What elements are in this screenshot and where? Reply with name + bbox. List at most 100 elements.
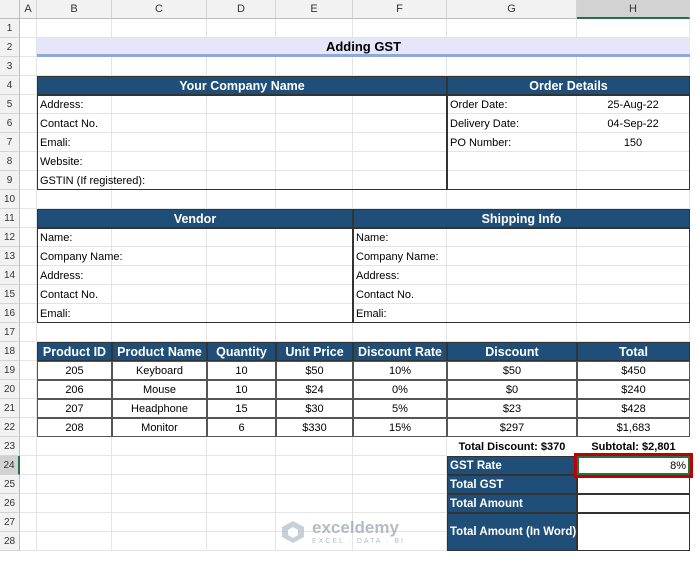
grid-cell[interactable] bbox=[20, 513, 37, 532]
grid-cell[interactable] bbox=[577, 57, 690, 76]
grid-cell[interactable] bbox=[577, 323, 690, 342]
column-header-A[interactable]: A bbox=[20, 0, 37, 19]
grid-cell[interactable] bbox=[577, 19, 690, 38]
grid-cell[interactable] bbox=[20, 95, 37, 114]
grid-cell[interactable] bbox=[20, 494, 37, 513]
table-cell[interactable]: Mouse bbox=[112, 380, 207, 399]
table-cell[interactable]: $297 bbox=[447, 418, 577, 437]
table-cell[interactable]: 205 bbox=[37, 361, 112, 380]
column-header-B[interactable]: B bbox=[37, 0, 112, 19]
grid-cell[interactable] bbox=[20, 209, 37, 228]
row-header-20[interactable]: 20 bbox=[0, 380, 20, 399]
grid-cell[interactable] bbox=[276, 494, 353, 513]
table-cell[interactable]: $240 bbox=[577, 380, 690, 399]
table-cell[interactable]: $1,683 bbox=[577, 418, 690, 437]
grid-cell[interactable] bbox=[353, 19, 447, 38]
grid-cell[interactable] bbox=[20, 38, 37, 57]
row-header-23[interactable]: 23 bbox=[0, 437, 20, 456]
grid-cell[interactable] bbox=[20, 456, 37, 475]
table-cell[interactable]: 206 bbox=[37, 380, 112, 399]
grid-cell[interactable] bbox=[207, 532, 276, 551]
grid-cell[interactable] bbox=[112, 323, 207, 342]
grid-cell[interactable] bbox=[37, 19, 112, 38]
grid-cell[interactable] bbox=[20, 114, 37, 133]
row-header-6[interactable]: 6 bbox=[0, 114, 20, 133]
grid-cell[interactable] bbox=[20, 76, 37, 95]
summary-value[interactable] bbox=[577, 475, 690, 494]
table-cell[interactable]: $0 bbox=[447, 380, 577, 399]
row-header-11[interactable]: 11 bbox=[0, 209, 20, 228]
table-cell[interactable]: $24 bbox=[276, 380, 353, 399]
row-header-18[interactable]: 18 bbox=[0, 342, 20, 361]
table-cell[interactable]: $330 bbox=[276, 418, 353, 437]
grid-cell[interactable] bbox=[20, 399, 37, 418]
grid-cell[interactable] bbox=[20, 19, 37, 38]
row-header-25[interactable]: 25 bbox=[0, 475, 20, 494]
table-cell[interactable]: $450 bbox=[577, 361, 690, 380]
grid-cell[interactable] bbox=[37, 456, 112, 475]
grid-cell[interactable] bbox=[447, 57, 577, 76]
grid-cell[interactable] bbox=[276, 190, 353, 209]
grid-cell[interactable] bbox=[577, 190, 690, 209]
row-header-26[interactable]: 26 bbox=[0, 494, 20, 513]
grid-cell[interactable] bbox=[207, 437, 276, 456]
order-field-value[interactable]: 25-Aug-22 bbox=[577, 95, 689, 114]
row-header-22[interactable]: 22 bbox=[0, 418, 20, 437]
grid-cell[interactable] bbox=[353, 494, 447, 513]
grid-cell[interactable] bbox=[207, 323, 276, 342]
table-cell[interactable]: 0% bbox=[353, 380, 447, 399]
grid-cell[interactable] bbox=[112, 494, 207, 513]
grid-cell[interactable] bbox=[353, 190, 447, 209]
row-header-28[interactable]: 28 bbox=[0, 532, 20, 551]
grid-cell[interactable] bbox=[20, 342, 37, 361]
row-header-4[interactable]: 4 bbox=[0, 76, 20, 95]
table-cell[interactable]: $50 bbox=[447, 361, 577, 380]
row-header-2[interactable]: 2 bbox=[0, 38, 20, 57]
grid-cell[interactable] bbox=[112, 19, 207, 38]
grid-cell[interactable] bbox=[207, 513, 276, 532]
grid-cell[interactable] bbox=[276, 57, 353, 76]
grid-cell[interactable] bbox=[207, 19, 276, 38]
table-cell[interactable]: 10% bbox=[353, 361, 447, 380]
row-header-3[interactable]: 3 bbox=[0, 57, 20, 76]
grid-cell[interactable] bbox=[20, 190, 37, 209]
grid-cell[interactable] bbox=[20, 171, 37, 190]
grid-cell[interactable] bbox=[37, 475, 112, 494]
grid-cell[interactable] bbox=[353, 456, 447, 475]
grid-cell[interactable] bbox=[207, 475, 276, 494]
grid-cell[interactable] bbox=[276, 475, 353, 494]
table-cell[interactable]: $50 bbox=[276, 361, 353, 380]
select-all-corner[interactable] bbox=[0, 0, 20, 19]
row-header-7[interactable]: 7 bbox=[0, 133, 20, 152]
grid-cell[interactable] bbox=[37, 57, 112, 76]
row-header-1[interactable]: 1 bbox=[0, 19, 20, 38]
grid-cell[interactable] bbox=[207, 456, 276, 475]
grid-cell[interactable] bbox=[20, 247, 37, 266]
table-cell[interactable]: 208 bbox=[37, 418, 112, 437]
column-header-C[interactable]: C bbox=[112, 0, 207, 19]
grid-cell[interactable] bbox=[37, 190, 112, 209]
row-header-17[interactable]: 17 bbox=[0, 323, 20, 342]
grid-cell[interactable] bbox=[112, 456, 207, 475]
grid-cell[interactable] bbox=[20, 437, 37, 456]
grid-cell[interactable] bbox=[20, 304, 37, 323]
column-header-H[interactable]: H bbox=[577, 0, 690, 19]
order-field-value[interactable]: 150 bbox=[577, 133, 689, 152]
table-cell[interactable]: 10 bbox=[207, 380, 276, 399]
grid-cell[interactable] bbox=[37, 437, 112, 456]
table-cell[interactable]: 207 bbox=[37, 399, 112, 418]
table-cell[interactable]: Keyboard bbox=[112, 361, 207, 380]
grid-cell[interactable] bbox=[276, 323, 353, 342]
grid-cell[interactable] bbox=[447, 190, 577, 209]
table-cell[interactable]: 15 bbox=[207, 399, 276, 418]
grid-cell[interactable] bbox=[207, 494, 276, 513]
row-header-13[interactable]: 13 bbox=[0, 247, 20, 266]
grid-cell[interactable] bbox=[20, 133, 37, 152]
grid-cell[interactable] bbox=[112, 190, 207, 209]
gst-rate-cell[interactable]: 8% bbox=[574, 453, 693, 478]
grid-cell[interactable] bbox=[276, 19, 353, 38]
row-header-21[interactable]: 21 bbox=[0, 399, 20, 418]
table-cell[interactable]: 10 bbox=[207, 361, 276, 380]
table-cell[interactable]: 6 bbox=[207, 418, 276, 437]
table-cell[interactable]: $428 bbox=[577, 399, 690, 418]
